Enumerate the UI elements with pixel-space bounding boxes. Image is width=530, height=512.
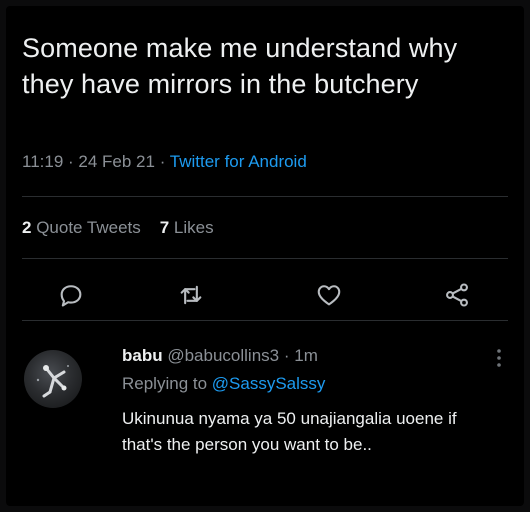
replying-prefix: Replying to: [122, 374, 208, 393]
tweet-text: Someone make me understand why they have…: [22, 33, 458, 99]
divider: [22, 258, 508, 259]
replying-handle-link[interactable]: @SassySalssy: [212, 374, 326, 393]
share-button[interactable]: [440, 278, 474, 312]
divider: [22, 196, 508, 197]
quote-count: 2: [22, 218, 32, 237]
tweet-stats: 2 Quote Tweets 7 Likes: [22, 218, 214, 238]
avatar-figure-icon: [36, 365, 69, 398]
tweet-date: 24 Feb 21: [78, 152, 155, 171]
like-count: 7: [159, 218, 170, 237]
reply-author-name[interactable]: babu: [122, 346, 163, 365]
reply-header: babu @babucollins3 · 1m: [122, 346, 318, 366]
reply-icon: [60, 285, 82, 307]
reply-button[interactable]: [54, 278, 88, 312]
tweet-screenshot: Someone make me understand why they have…: [6, 6, 524, 506]
likes-link[interactable]: 7 Likes: [160, 218, 214, 237]
quote-tweets-link[interactable]: 2 Quote Tweets: [22, 218, 141, 237]
avatar[interactable]: [24, 350, 82, 408]
retweet-icon: [180, 285, 202, 305]
more-options-button[interactable]: [494, 346, 504, 370]
quote-label: Quote Tweets: [36, 218, 141, 237]
tweet-meta: 11:19 · 24 Feb 21 · Twitter for Android: [22, 152, 307, 172]
meta-separator: ·: [68, 152, 79, 171]
more-vertical-icon: [497, 349, 501, 367]
reply-text: Ukinunua nyama ya 50 unajiangalia uoene …: [122, 409, 457, 454]
meta-separator: ·: [159, 152, 170, 171]
like-icon: [317, 285, 341, 306]
like-button[interactable]: [312, 278, 346, 312]
tweet-actions-bar: [6, 278, 524, 312]
meta-separator: ·: [283, 346, 295, 365]
tweet-time: 11:19: [22, 152, 64, 171]
reply-tweet[interactable]: babu @babucollins3 · 1m Replying to @Sas…: [6, 322, 524, 506]
reply-time: 1m: [294, 346, 318, 365]
retweet-button[interactable]: [174, 278, 208, 312]
divider: [22, 320, 508, 321]
tweet-source-link[interactable]: Twitter for Android: [170, 152, 307, 171]
reply-author-handle[interactable]: @babucollins3: [167, 346, 279, 365]
replying-to: Replying to @SassySalssy: [122, 374, 325, 394]
like-label: Likes: [173, 218, 214, 237]
share-icon: [446, 283, 468, 307]
